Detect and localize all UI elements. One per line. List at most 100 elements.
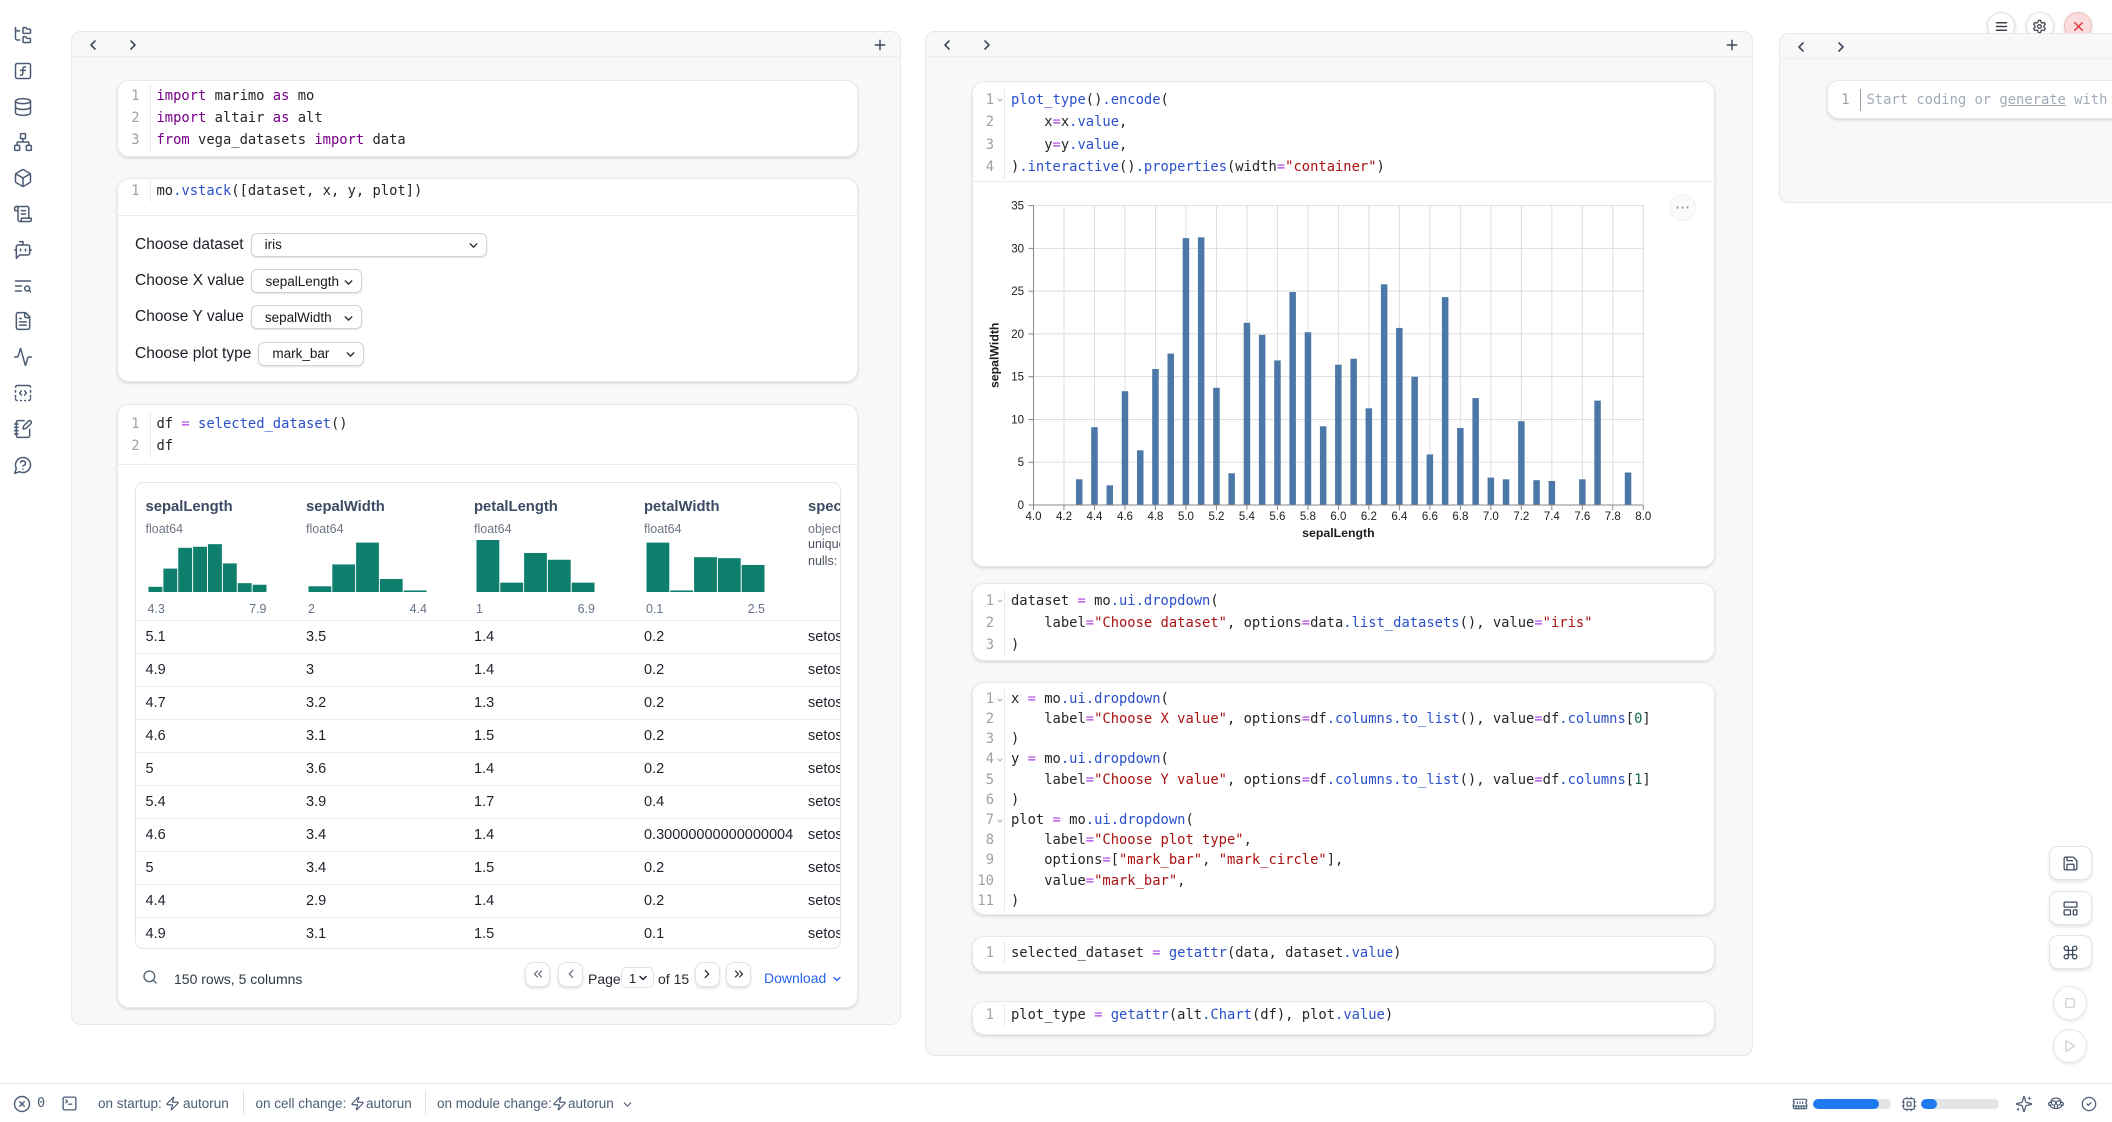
first-page-button[interactable] — [525, 962, 550, 987]
column-left-icon[interactable] — [84, 36, 102, 54]
sidebar-item-network[interactable] — [13, 132, 33, 152]
copilot-icon[interactable] — [2047, 1095, 2065, 1113]
runtime-config-item[interactable]: on cell change: — [256, 1096, 347, 1111]
column-histogram[interactable] — [476, 540, 595, 592]
sidebar-item-box[interactable] — [13, 168, 33, 188]
sidebar-item-snippets-code[interactable] — [13, 383, 33, 403]
last-page-button[interactable] — [726, 962, 751, 987]
cell-plot-type[interactable]: 1plot_type = getattr(alt.Chart(df), plot… — [972, 1001, 1715, 1035]
next-page-button[interactable] — [695, 962, 720, 987]
search-icon[interactable] — [142, 969, 158, 985]
bar-chart[interactable]: 4.04.24.44.64.85.05.25.45.65.86.06.26.46… — [973, 181, 1716, 568]
dropdown-select[interactable]: sepalWidth — [251, 305, 362, 329]
code-line[interactable]: import altair as alt — [150, 107, 323, 129]
code-editor[interactable]: 1df = selected_dataset()2df — [118, 405, 857, 462]
sidebar-item-notebook-pen[interactable] — [13, 419, 33, 439]
table-row[interactable]: 5.43.91.70.4setosa — [136, 785, 840, 818]
layout-select-button[interactable] — [2049, 891, 2092, 925]
memory-icon[interactable] — [1792, 1096, 1808, 1112]
code-editor[interactable]: 1x = mo.ui.dropdown(2 label="Choose X va… — [973, 683, 1714, 915]
dropdown-select[interactable]: iris — [251, 233, 487, 257]
sidebar-item-file-text[interactable] — [13, 311, 33, 331]
code-line[interactable]: plot = mo.ui.dropdown( — [1004, 810, 1194, 830]
code-line[interactable]: options=["mark_bar", "mark_circle"], — [1004, 850, 1343, 870]
code-line[interactable]: y=y.value, — [1004, 134, 1127, 157]
fold-chevron-icon[interactable] — [994, 689, 1004, 709]
cell-dataset-dropdown[interactable]: 1dataset = mo.ui.dropdown(2 label="Choos… — [972, 583, 1715, 661]
code-line[interactable]: value="mark_bar", — [1004, 871, 1185, 891]
code-editor[interactable]: 1mo.vstack([dataset, x, y, plot]) — [118, 179, 857, 206]
code-line[interactable]: y = mo.ui.dropdown( — [1004, 749, 1169, 769]
cell-selected-dataset[interactable]: 1selected_dataset = getattr(data, datase… — [972, 936, 1715, 972]
table-row[interactable]: 4.931.40.2setosa — [136, 653, 840, 686]
code-line[interactable]: label="Choose dataset", options=data.lis… — [1004, 612, 1593, 634]
code-line[interactable]: label="Choose Y value", options=df.colum… — [1004, 770, 1651, 790]
fold-chevron-icon[interactable] — [994, 590, 1004, 612]
code-line[interactable]: x=x.value, — [1004, 111, 1127, 134]
fold-chevron-icon[interactable] — [994, 89, 1004, 112]
table-row[interactable]: 4.73.21.30.2setosa — [136, 686, 840, 719]
stop-button[interactable] — [2053, 986, 2087, 1020]
run-button[interactable] — [2053, 1029, 2087, 1063]
column-histogram[interactable] — [148, 540, 267, 592]
runtime-config-item[interactable]: on startup: — [98, 1096, 162, 1111]
code-editor[interactable]: 1plot_type().encode(2 x=x.value,3 y=y.va… — [973, 82, 1714, 183]
table-row[interactable]: 4.93.11.50.1setosa — [136, 917, 840, 949]
sidebar-item-text-search[interactable] — [13, 276, 33, 296]
cell-imports[interactable]: 1import marimo as mo2import altair as al… — [117, 80, 858, 157]
code-line[interactable]: plot_type = getattr(alt.Chart(df), plot.… — [1004, 1004, 1393, 1026]
code-line[interactable]: selected_dataset = getattr(data, dataset… — [1004, 942, 1401, 964]
sidebar-item-help-circle[interactable] — [13, 455, 33, 475]
code-line[interactable]: mo.vstack([dataset, x, y, plot]) — [150, 180, 423, 202]
save-button[interactable] — [2049, 846, 2092, 880]
code-editor[interactable]: 1 Start coding or generate with AI. — [1828, 81, 2112, 115]
table-row[interactable]: 53.41.50.2setosa — [136, 851, 840, 884]
chart-actions-button[interactable] — [1669, 194, 1696, 221]
code-line[interactable]: df = selected_dataset() — [150, 413, 348, 436]
cell-chart[interactable]: 1plot_type().encode(2 x=x.value,3 y=y.va… — [972, 81, 1715, 567]
code-line[interactable]: ) — [1004, 891, 1019, 911]
table-row[interactable]: 53.61.40.2setosa — [136, 752, 840, 785]
code-line[interactable]: ) — [1004, 729, 1019, 749]
code-line[interactable]: df — [150, 435, 174, 458]
code-editor[interactable]: 1plot_type = getattr(alt.Chart(df), plot… — [973, 1002, 1714, 1031]
fold-chevron-icon[interactable] — [994, 810, 1004, 830]
code-line[interactable]: import marimo as mo — [150, 85, 315, 107]
table-row[interactable]: 5.13.51.40.2setosa — [136, 620, 840, 653]
code-line[interactable]: x = mo.ui.dropdown( — [1004, 689, 1169, 709]
sidebar-item-folder-tree[interactable] — [13, 25, 33, 45]
code-line[interactable]: ) — [1004, 634, 1019, 656]
column-histogram[interactable] — [646, 540, 765, 592]
code-line[interactable]: plot_type().encode( — [1004, 89, 1169, 112]
connection-status-icon[interactable] — [2081, 1096, 2097, 1112]
terminal-icon[interactable] — [61, 1095, 78, 1112]
code-line[interactable]: ) — [1004, 790, 1019, 810]
runtime-config-item[interactable]: on module change: — [437, 1096, 552, 1111]
add-column-icon[interactable] — [1723, 36, 1741, 54]
sidebar-item-database[interactable] — [13, 97, 33, 117]
fold-chevron-icon[interactable] — [994, 749, 1004, 769]
code-editor[interactable]: 1selected_dataset = getattr(data, datase… — [973, 937, 1714, 968]
column-left-icon[interactable] — [938, 36, 956, 54]
dropdown-select[interactable]: mark_bar — [258, 342, 364, 366]
generate-link[interactable]: generate — [1999, 92, 2065, 108]
column-right-icon[interactable] — [978, 36, 996, 54]
code-line[interactable]: from vega_datasets import data — [150, 129, 406, 151]
table-row[interactable]: 4.63.11.50.2setosa — [136, 719, 840, 752]
cell-vstack[interactable]: 1mo.vstack([dataset, x, y, plot]) Choose… — [117, 178, 858, 382]
keyboard-shortcuts-button[interactable] — [2049, 935, 2092, 969]
editor-placeholder[interactable]: Start coding or generate with AI. — [1860, 89, 2112, 111]
column-left-icon[interactable] — [1792, 38, 1810, 56]
code-line[interactable]: ).interactive().properties(width="contai… — [1004, 156, 1385, 179]
column-right-icon[interactable] — [124, 36, 142, 54]
code-line[interactable]: dataset = mo.ui.dropdown( — [1004, 590, 1219, 612]
sidebar-item-bot-message-square[interactable] — [13, 240, 33, 260]
code-line[interactable]: label="Choose plot type", — [1004, 830, 1252, 850]
code-line[interactable]: label="Choose X value", options=df.colum… — [1004, 709, 1651, 729]
add-column-icon[interactable] — [871, 36, 889, 54]
column-histogram[interactable] — [308, 540, 427, 592]
page-select[interactable]: 1 — [621, 967, 654, 988]
column-right-icon[interactable] — [1832, 38, 1850, 56]
cell-empty[interactable]: 1 Start coding or generate with AI. — [1827, 80, 2112, 119]
cell-dataframe[interactable]: 1df = selected_dataset()2df sepalLengthf… — [117, 404, 858, 1008]
